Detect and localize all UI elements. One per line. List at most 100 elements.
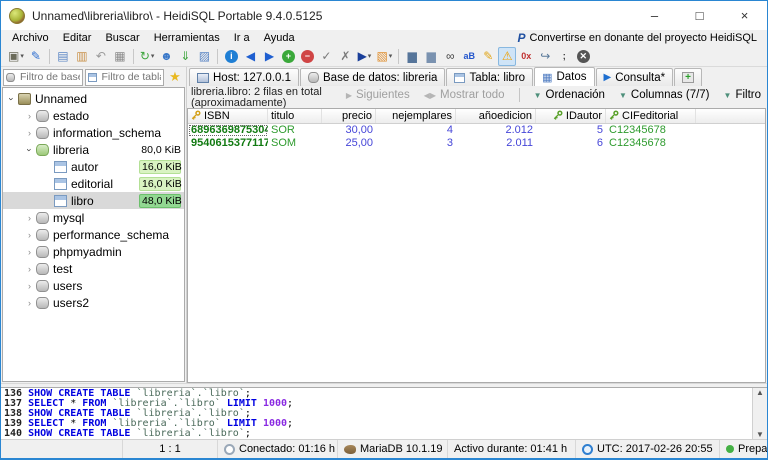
bulk-insert-icon[interactable]: ▨ [195,47,213,66]
tab-host-127-0-0-1[interactable]: Host: 127.0.0.1 [189,68,299,86]
delete-row-icon[interactable]: − [298,47,316,66]
edit-pencil-icon[interactable]: ✎ [479,47,497,66]
tree-item-editorial[interactable]: editorial16,0 KiB [3,175,184,192]
scroll-down-icon[interactable]: ▼ [756,430,764,439]
grid-cell[interactable]: SOR [268,124,322,137]
maximize-button[interactable]: □ [677,1,722,30]
grid-cell[interactable]: 9540615377117 [188,137,268,150]
goto-icon[interactable]: ↪ [536,47,554,66]
grid-cell[interactable]: 4 [376,124,456,137]
undo-icon[interactable]: ↶ [92,47,110,66]
tab-base-de-datos-libreria[interactable]: Base de datos: libreria [300,68,445,86]
menu-item-herramientas[interactable]: Herramientas [147,30,227,46]
expand-icon[interactable]: › [24,281,35,291]
find-text-icon[interactable]: ▧▾ [374,47,394,66]
filter-button[interactable]: ▼Filtro [724,89,761,101]
tree-item-unnamed[interactable]: ›Unnamed [3,90,184,107]
grid-cell[interactable]: SOM [268,137,322,150]
expand-icon[interactable]: › [24,264,35,274]
close-button[interactable]: × [722,1,767,30]
export-database-icon[interactable]: ⇓ [176,47,194,66]
execute-sql-icon[interactable]: ▶▾ [355,47,373,66]
grid-cell[interactable]: 5 [536,124,606,137]
grid-cell[interactable]: 2.012 [456,124,536,137]
case-sensitive-icon: aB [464,51,476,61]
expand-icon[interactable]: › [24,111,35,121]
previous-result-icon[interactable]: ◀ [241,47,259,66]
post-changes-icon[interactable]: ✓ [317,47,335,66]
menu-item-ir-a[interactable]: Ir a [227,30,257,46]
menu-item-buscar[interactable]: Buscar [98,30,146,46]
tree-item-libro[interactable]: libro48,0 KiB [3,192,184,209]
menu-item-ayuda[interactable]: Ayuda [257,30,302,46]
grid-cell[interactable]: C12345678 [606,124,696,137]
stop-icon[interactable]: ✕ [574,47,592,66]
collapse-icon[interactable]: › [25,144,35,155]
session-manager-icon[interactable]: ▣▾ [6,47,26,66]
edit-pencil-icon: ✎ [483,49,493,63]
grid-cell[interactable]: 6896369875304 [188,124,268,137]
tree-item-autor[interactable]: autor16,0 KiB [3,158,184,175]
tree-item-estado[interactable]: ›estado [3,107,184,124]
tree-item-users[interactable]: ›users [3,277,184,294]
save-icon[interactable]: ▆ [403,47,421,66]
tab-tabla-libro[interactable]: Tabla: libro [446,68,533,86]
next-rows-button: ▶Siguientes [346,89,410,101]
tree-item-libreria[interactable]: ›libreria80,0 KiB [3,141,184,158]
discard-changes-icon[interactable]: ✗ [336,47,354,66]
search-binoculars-icon[interactable]: ∞ [441,47,459,66]
column-header-precio[interactable]: precio [322,109,376,123]
insert-row-icon[interactable]: + [279,47,297,66]
column-header-titulo[interactable]: titulo [268,109,322,123]
paste-icon[interactable]: ▥ [73,47,91,66]
print-icon[interactable]: ▦ [111,47,129,66]
tree-item-performance-schema[interactable]: ›performance_schema [3,226,184,243]
expand-icon[interactable]: › [24,247,35,257]
column-header-a-oedicion[interactable]: añoedicion [456,109,536,123]
column-header-isbn[interactable]: ISBN [188,109,268,123]
info-icon[interactable]: i [222,47,240,66]
connect-icon[interactable]: ✎ [27,47,45,66]
menu-item-archivo[interactable]: Archivo [5,30,56,46]
grid-cell[interactable]: 30,00 [322,124,376,137]
save-as-icon[interactable]: ▆ [422,47,440,66]
filter-warning-icon[interactable]: ⚠ [498,47,516,66]
sorting-button[interactable]: ▼Ordenación [534,89,605,101]
delimiter-icon[interactable]: ; [555,47,573,66]
grid-cell[interactable]: C12345678 [606,137,696,150]
refresh-icon[interactable]: ↻▾ [138,47,157,66]
column-header-cifeditorial[interactable]: CIFeditorial [606,109,696,123]
expand-icon[interactable]: › [24,230,35,240]
tab-datos[interactable]: ▦Datos [534,67,594,86]
tree-item-information-schema[interactable]: ›information_schema [3,124,184,141]
copy-icon[interactable]: ▤ [54,47,72,66]
grid-cell[interactable]: 25,00 [322,137,376,150]
tab-new-query[interactable]: + [674,68,702,86]
tree-item-users2[interactable]: › users2 [3,294,184,311]
tab-consulta[interactable]: ▶Consulta* [596,68,674,86]
donate-link[interactable]: P Convertirse en donante del proyecto He… [518,31,767,45]
grid-cell[interactable]: 2.011 [456,137,536,150]
case-sensitive-icon[interactable]: aB [460,47,478,66]
expand-icon[interactable]: › [24,298,35,308]
tree-item-test[interactable]: ›test [3,260,184,277]
tree-item-phpmyadmin[interactable]: ›phpmyadmin [3,243,184,260]
columns-button[interactable]: ▼Columnas (7/7) [619,89,710,101]
expand-icon[interactable]: › [24,213,35,223]
next-result-icon[interactable]: ▶ [260,47,278,66]
minimize-button[interactable]: – [632,1,677,30]
hex-view-icon[interactable]: 0x [517,47,535,66]
expand-icon[interactable]: › [24,128,35,138]
log-scrollbar[interactable]: ▲ ▼ [752,388,767,439]
tree-item-label: users2 [53,296,184,310]
user-manager-icon[interactable]: ☻ [157,47,175,66]
collapse-icon[interactable]: › [7,93,17,104]
grid-cell[interactable]: 6 [536,137,606,150]
column-header-nejemplares[interactable]: nejemplares [376,109,456,123]
scroll-up-icon[interactable]: ▲ [756,388,764,397]
menu-item-editar[interactable]: Editar [56,30,99,46]
column-header-idautor[interactable]: IDautor [536,109,606,123]
favorites-star-icon[interactable]: ★ [166,69,184,85]
tree-item-mysql[interactable]: ›mysql [3,209,184,226]
grid-cell[interactable]: 3 [376,137,456,150]
